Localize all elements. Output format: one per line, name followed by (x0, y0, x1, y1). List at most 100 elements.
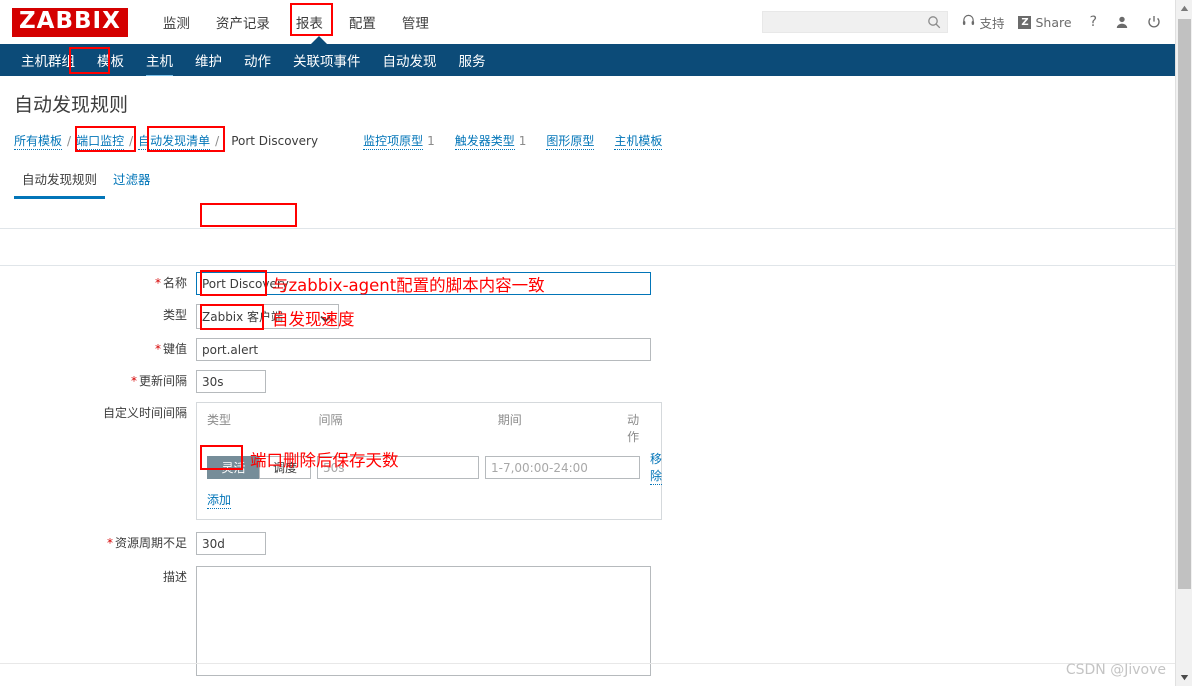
breadcrumb: 所有模板 / 端口监控 / 自动发现清单 / Port Discovery 监控… (0, 127, 1175, 155)
type-select[interactable]: Zabbix 客户端 (196, 304, 339, 329)
breadcrumb-divider (0, 228, 1175, 229)
field-lifetime (196, 532, 266, 555)
breadcrumb-current: Port Discovery (224, 131, 326, 151)
global-search[interactable] (762, 11, 949, 33)
key-input[interactable] (196, 338, 651, 361)
help-icon[interactable]: ? (1090, 14, 1097, 30)
form-row-lifetime: * 资源周期不足 (0, 532, 1175, 555)
required-asterisk-lifetime: * (106, 536, 113, 550)
description-textarea[interactable] (196, 566, 651, 676)
page-body: 自动发现规则 所有模板 / 端口监控 / 自动发现清单 / Port Disco… (0, 76, 1175, 686)
subnav-item-actions[interactable]: 动作 (233, 43, 282, 77)
required-asterisk-key: * (154, 342, 161, 356)
label-description: 描述 (162, 570, 187, 584)
breadcrumb-template[interactable]: 端口监控 (76, 132, 125, 150)
label-interval: * 更新间隔 (130, 374, 187, 388)
support-link[interactable]: 支持 (962, 13, 1004, 32)
breadcrumb-discovery-list[interactable]: 自动发现清单 (138, 132, 211, 150)
form-tabs-divider (0, 265, 1175, 266)
subnav-item-maintenance[interactable]: 维护 (184, 43, 233, 77)
top-header: ZABBIX 监测 资产记录 报表 配置 管理 支持 Z Share ? (0, 0, 1175, 44)
share-badge: Z (1018, 15, 1032, 29)
breadcrumb-item-prototypes[interactable]: 监控项原型 (363, 132, 424, 150)
tab-filters[interactable]: 过滤器 (105, 164, 159, 193)
subnav-item-discovery[interactable]: 自动发现 (372, 43, 448, 77)
field-type: Zabbix 客户端 (196, 304, 339, 329)
page-title: 自动发现规则 (14, 94, 129, 116)
scroll-down-icon[interactable] (1176, 669, 1192, 686)
field-name (196, 272, 651, 295)
label-custom-intervals: 自定义时间间隔 (102, 406, 187, 420)
form-row-interval: * 更新间隔 (0, 370, 1175, 393)
add-interval-link[interactable]: 添加 (207, 491, 232, 509)
interval-type-toggle: 灵活 调度 (207, 456, 311, 479)
secondary-nav: 主机群组 模板 主机 维护 动作 关联项事件 自动发现 服务 (0, 43, 1175, 78)
custom-period-input[interactable] (485, 456, 640, 479)
footer-divider (0, 663, 1175, 664)
label-name: * 名称 (154, 276, 187, 290)
form-row-name: * 名称 (0, 272, 1175, 295)
header-type: 类型 (207, 413, 232, 427)
field-custom-intervals: 类型 间隔 期间 动作 灵活 调度 移除 (196, 402, 663, 520)
form-row-type: 类型 Zabbix 客户端 (0, 304, 1175, 329)
custom-interval-input[interactable] (317, 456, 479, 479)
field-interval (196, 370, 266, 393)
breadcrumb-trigger-prototypes-count: 1 (518, 134, 527, 148)
required-asterisk-interval: * (130, 374, 137, 388)
vertical-scrollbar[interactable] (1175, 0, 1192, 686)
breadcrumb-host-prototypes[interactable]: 主机模板 (614, 132, 663, 150)
share-link[interactable]: Z Share (1018, 14, 1072, 30)
toggle-flexible[interactable]: 灵活 (207, 456, 259, 479)
search-input[interactable] (763, 12, 922, 32)
breadcrumb-all-templates[interactable]: 所有模板 (14, 132, 63, 150)
form-row-custom-intervals: 自定义时间间隔 类型 间隔 期间 动作 灵活 调度 50s 1-7,00:00-… (0, 402, 1175, 520)
breadcrumb-separator-2: / (129, 134, 134, 148)
user-icon[interactable] (1115, 15, 1129, 29)
zabbix-discovery-rule-page: ZABBIX 监测 资产记录 报表 配置 管理 支持 Z Share ? 主机群… (0, 0, 1192, 686)
breadcrumb-trigger-prototypes[interactable]: 触发器类型 (454, 132, 515, 150)
breadcrumb-separator-1: / (67, 134, 72, 148)
custom-intervals-box: 类型 间隔 期间 动作 灵活 调度 移除 (196, 402, 663, 520)
tab-discovery-rule[interactable]: 自动发现规则 (14, 164, 106, 199)
nav-item-configuration[interactable]: 配置 (336, 6, 389, 38)
header-action: 动作 (627, 413, 640, 444)
name-input[interactable] (196, 272, 651, 295)
share-label: Share (1035, 14, 1072, 30)
interval-input[interactable] (196, 370, 266, 393)
search-icon[interactable] (927, 15, 941, 32)
header-interval: 间隔 (318, 413, 343, 427)
scrollbar-thumb[interactable] (1178, 19, 1191, 589)
lifetime-input[interactable] (196, 532, 266, 555)
nav-caret-icon (311, 36, 327, 44)
form-row-key: * 键值 (0, 338, 1175, 361)
nav-item-monitoring[interactable]: 监测 (150, 6, 203, 38)
required-asterisk-name: * (154, 276, 161, 290)
label-key: * 键值 (154, 342, 187, 356)
breadcrumb-item-prototypes-count: 1 (427, 134, 435, 148)
primary-nav: 监测 资产记录 报表 配置 管理 (150, 6, 442, 38)
custom-interval-row: 灵活 调度 移除 (207, 450, 663, 485)
subnav-item-host-groups[interactable]: 主机群组 (10, 43, 86, 77)
nav-item-reports[interactable]: 报表 (283, 6, 336, 38)
header-right-tools: 支持 Z Share ? (762, 11, 1175, 33)
custom-intervals-add-row: 添加 (207, 491, 651, 509)
breadcrumb-graph-prototypes[interactable]: 图形原型 (546, 132, 595, 150)
nav-item-administration[interactable]: 管理 (389, 6, 442, 38)
headset-icon (962, 14, 975, 30)
toggle-scheduling[interactable]: 调度 (259, 456, 311, 479)
scroll-up-icon[interactable] (1176, 0, 1192, 17)
zabbix-logo[interactable]: ZABBIX (12, 7, 128, 37)
support-label: 支持 (979, 15, 1005, 31)
custom-intervals-header: 类型 间隔 期间 动作 (207, 411, 651, 445)
subnav-item-services[interactable]: 服务 (448, 43, 497, 77)
subnav-item-templates[interactable]: 模板 (86, 43, 135, 77)
power-icon[interactable] (1147, 15, 1161, 29)
subnav-item-event-correlation[interactable]: 关联项事件 (282, 43, 372, 77)
remove-interval-link[interactable]: 移除 (650, 450, 663, 485)
nav-item-inventory[interactable]: 资产记录 (203, 6, 283, 38)
header-period: 期间 (497, 413, 522, 427)
label-type: 类型 (162, 308, 187, 322)
discovery-rule-form: *名称 类型 Zabbix 客户端 (0, 272, 1175, 686)
subnav-item-hosts[interactable]: 主机 (135, 43, 184, 78)
field-key (196, 338, 651, 361)
